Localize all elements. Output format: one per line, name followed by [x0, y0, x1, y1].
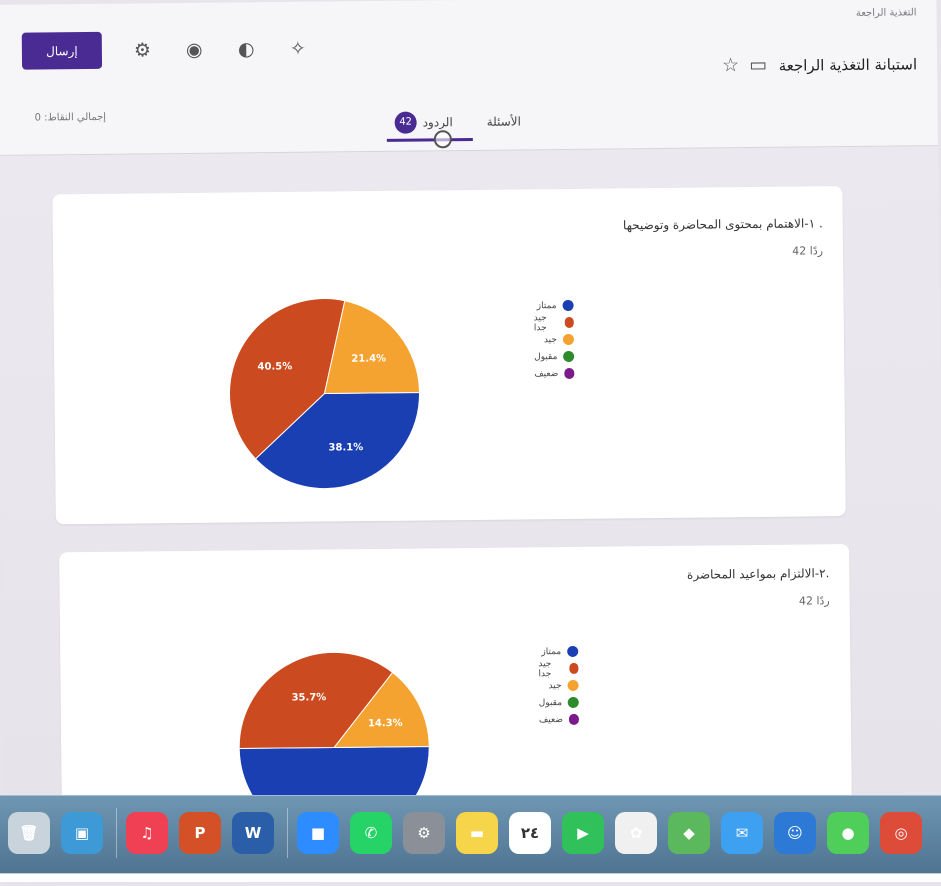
mouse-cursor: [433, 130, 452, 149]
legend-item: مقبول: [534, 348, 575, 365]
tab-responses[interactable]: الردود: [423, 115, 453, 129]
palette-icon[interactable]: ◐: [238, 38, 255, 60]
legend-item: ضعيف: [534, 365, 575, 382]
legend-swatch: [567, 645, 579, 657]
question-2-title: ٢-الالتزام بمواعيد المحاضرة.: [686, 566, 830, 582]
preview-eye-icon[interactable]: ◉: [186, 39, 203, 61]
chrome-icon[interactable]: ◎: [880, 812, 922, 854]
legend-swatch: [564, 367, 575, 380]
question-1-response-count: 42 ردًا: [792, 244, 824, 258]
pie-slice-label: 21.4%: [351, 353, 386, 364]
notes-icon[interactable]: ▬: [456, 812, 498, 854]
mail-icon[interactable]: ✉: [721, 812, 763, 854]
legend-swatch: [564, 316, 574, 329]
question-card-1: ١-الاهتمام بمحتوى المحاضرة وتوضيحها . 42…: [52, 186, 846, 525]
trash-icon[interactable]: 🗑: [8, 812, 50, 854]
legend-label: جيد: [543, 334, 558, 345]
macos-dock: 🗑 ▣ ♫ P W ■ ✆ ⚙ ▬ ٢٤ ▶ ✿ ◆ ✉ ☺ ● ◎: [0, 795, 941, 876]
calendar-icon[interactable]: ٢٤: [509, 812, 551, 854]
form-header: التغذية الراجعة استبانة التغذية الراجعة …: [0, 0, 938, 156]
legend-label: ضعيف: [534, 368, 559, 379]
doc-title-small: التغذية الراجعة: [855, 7, 917, 19]
legend-label: ضعيف: [538, 714, 564, 725]
form-title[interactable]: استبانة التغذية الراجعة: [779, 55, 918, 74]
active-tab-indicator: [386, 137, 473, 142]
word-icon[interactable]: W: [232, 812, 274, 854]
legend-label: جيد جدا: [533, 312, 547, 333]
responses-count-badge: 42: [394, 111, 417, 134]
legend-label: مقبول: [538, 697, 563, 708]
legend-item: جيد جدا: [533, 312, 574, 333]
question-1-legend: ممتاز جيد جدا جيد مقبول ضعيف: [534, 297, 575, 382]
music-icon[interactable]: ♫: [126, 812, 168, 854]
pie-slice-label: 38.1%: [328, 442, 363, 453]
settings-gear-icon[interactable]: ⚙: [134, 39, 151, 61]
powerpoint-icon[interactable]: P: [179, 812, 221, 854]
legend-item: جيد: [534, 331, 575, 348]
tab-questions[interactable]: الأسئلة: [487, 114, 521, 128]
legend-label: جيد: [548, 680, 562, 691]
legend-label: مقبول: [534, 351, 558, 362]
legend-swatch: [567, 696, 579, 708]
legend-item: مقبول: [539, 694, 579, 711]
send-button[interactable]: إرسال: [21, 31, 103, 70]
legend-swatch: [562, 299, 574, 312]
legend-swatch: [562, 333, 575, 346]
tab-questions-label: الأسئلة: [486, 114, 522, 129]
total-points: إجمالي النقاط: 0: [34, 111, 107, 124]
whatsapp-icon[interactable]: ✆: [350, 812, 392, 854]
addon-puzzle-icon[interactable]: ✧: [290, 38, 306, 60]
legend-label: ممتاز: [536, 300, 557, 311]
pie-slice-label: 35.7%: [292, 692, 327, 703]
finder-icon[interactable]: ☺: [774, 812, 816, 854]
messages-icon[interactable]: ●: [827, 812, 869, 854]
facetime-icon[interactable]: ▶: [562, 812, 604, 854]
legend-swatch: [563, 350, 575, 363]
pie-slice-label: 40.5%: [257, 361, 292, 372]
question-card-2: ٢-الالتزام بمواعيد المحاضرة. 42 ردًا 35.…: [59, 544, 852, 843]
question-2-response-count: 42 ردًا: [798, 594, 830, 608]
star-icon[interactable]: ☆: [722, 54, 739, 76]
legend-swatch: [568, 662, 579, 674]
legend-item: جيد جدا: [538, 658, 579, 679]
question-2-legend: ممتاز جيد جدا جيد مقبول ضعيف: [538, 643, 579, 728]
screen: التغذية الراجعة استبانة التغذية الراجعة …: [0, 0, 941, 886]
files-icon[interactable]: ▣: [61, 812, 103, 854]
legend-label: جيد جدا: [538, 658, 552, 679]
legend-item: ضعيف: [539, 711, 579, 728]
settings-icon[interactable]: ⚙: [403, 812, 445, 854]
tab-responses-label: الردود: [422, 115, 453, 130]
dock-separator: [116, 808, 117, 858]
photos-icon[interactable]: ✿: [615, 812, 657, 854]
question-1-pie-chart: 38.1% 40.5% 21.4%: [223, 292, 425, 494]
question-1-title: ١-الاهتمام بمحتوى المحاضرة وتوضيحها .: [622, 216, 823, 233]
legend-label: ممتاز: [541, 646, 562, 657]
folder-icon[interactable]: ▭: [749, 54, 767, 76]
legend-item: جيد: [538, 677, 579, 694]
dock-separator: [287, 808, 288, 858]
zoom-icon[interactable]: ■: [297, 812, 339, 854]
pie-svg: 38.1% 40.5% 21.4%: [229, 298, 421, 489]
legend-swatch: [568, 713, 579, 725]
maps-icon[interactable]: ◆: [668, 812, 710, 854]
pie-slice-label: 14.3%: [368, 718, 403, 729]
legend-swatch: [567, 679, 579, 691]
